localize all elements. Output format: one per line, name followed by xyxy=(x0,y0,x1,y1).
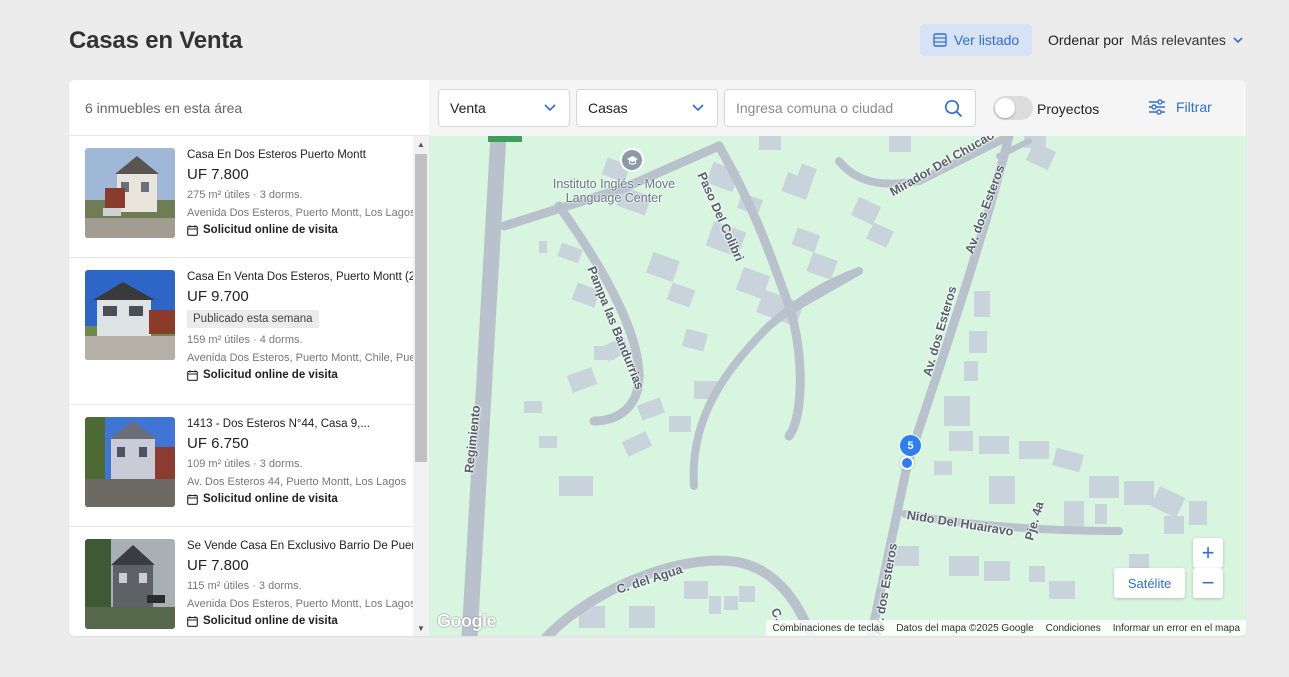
listing-price: UF 7.800 xyxy=(187,166,249,183)
projects-toggle[interactable] xyxy=(993,96,1033,120)
listing-price: UF 6.750 xyxy=(187,435,249,452)
chevron-down-icon xyxy=(692,104,704,112)
listing-address: Avenida Dos Esteros, Puerto Montt, Los L… xyxy=(187,207,413,219)
scroll-down-icon[interactable]: ▼ xyxy=(413,620,429,636)
sliders-icon xyxy=(1149,99,1165,115)
location-search xyxy=(724,89,976,127)
terms-link[interactable]: Condiciones xyxy=(1040,623,1107,634)
property-pin[interactable] xyxy=(900,456,914,470)
visit-label: Solicitud online de visita xyxy=(203,493,338,505)
listing-info: Se Vende Casa En Exclusivo Barrio De Pue… xyxy=(187,527,413,627)
poi-name-line2: Language Center xyxy=(565,191,663,205)
school-icon[interactable] xyxy=(620,148,644,172)
listing-price: UF 9.700 xyxy=(187,288,249,305)
published-badge: Publicado esta semana xyxy=(187,310,319,328)
satellite-button[interactable]: Satélite xyxy=(1114,568,1185,598)
location-search-input[interactable] xyxy=(725,90,925,126)
view-list-label: Ver listado xyxy=(953,32,1020,48)
calendar-icon xyxy=(187,493,198,505)
toggle-knob xyxy=(995,98,1015,118)
search-icon[interactable] xyxy=(944,99,963,118)
map-base xyxy=(461,136,1207,636)
results-count: 6 inmuebles en esta área xyxy=(69,80,429,136)
visit-request[interactable]: Solicitud online de visita xyxy=(187,493,413,505)
property-type-value: Casas xyxy=(588,100,628,116)
listing-meta: 115 m² útiles · 3 dorms. xyxy=(187,580,302,592)
operation-select[interactable]: Venta xyxy=(438,89,570,127)
visit-request[interactable]: Solicitud online de visita xyxy=(187,224,413,236)
listing-card[interactable]: Se Vende Casa En Exclusivo Barrio De Pue… xyxy=(69,527,413,636)
visit-label: Solicitud online de visita xyxy=(203,369,338,381)
chevron-down-icon xyxy=(544,104,556,112)
listing-list[interactable]: Casa En Dos Esteros Puerto Montt UF 7.80… xyxy=(69,136,413,636)
listing-address: Av. Dos Esteros 44, Puerto Montt, Los La… xyxy=(187,476,407,488)
visit-label: Solicitud online de visita xyxy=(203,224,338,236)
visit-label: Solicitud online de visita xyxy=(203,615,338,627)
listing-title[interactable]: Casa En Venta Dos Esteros, Puerto Montt … xyxy=(187,271,413,283)
listing-photo[interactable] xyxy=(85,539,175,629)
listing-scrollbar[interactable]: ▲ ▼ xyxy=(413,136,429,636)
map-data-text: Datos del mapa ©2025 Google xyxy=(896,622,1034,634)
property-type-select[interactable]: Casas xyxy=(576,89,718,127)
listing-meta: 275 m² útiles · 3 dorms. xyxy=(187,189,303,201)
listing-photo[interactable] xyxy=(85,148,175,238)
poi-name-line1: Instituto Inglés - Move xyxy=(552,177,676,191)
google-logo: Google xyxy=(437,611,497,631)
zoom-out-button[interactable]: − xyxy=(1193,568,1223,598)
listing-address: Avenida Dos Esteros, Puerto Montt, Los L… xyxy=(187,598,413,610)
report-error-link[interactable]: Informar un error en el mapa xyxy=(1107,623,1246,634)
listing-title[interactable]: Casa En Dos Esteros Puerto Montt xyxy=(187,149,413,161)
view-list-button[interactable]: Ver listado xyxy=(920,24,1032,56)
filter-button[interactable]: Filtrar xyxy=(1148,99,1212,115)
listing-meta: 159 m² útiles · 4 dorms. xyxy=(187,334,303,346)
map[interactable]: Instituto Inglés - Move Language Center … xyxy=(429,136,1246,636)
projects-label: Proyectos xyxy=(1037,101,1100,117)
operation-value: Venta xyxy=(450,100,486,116)
listing-title[interactable]: 1413 - Dos Esteros N°44, Casa 9,... xyxy=(187,418,413,430)
calendar-icon xyxy=(187,615,198,627)
sort-label: Ordenar por xyxy=(1048,32,1124,48)
listing-price: UF 7.800 xyxy=(187,557,249,574)
keyboard-shortcuts-link[interactable]: Combinaciones de teclas xyxy=(766,623,890,634)
filters-bar: Venta Casas Proyectos Filtrar xyxy=(429,80,1246,136)
list-icon xyxy=(933,33,947,47)
listing-info: Casa En Dos Esteros Puerto Montt UF 7.80… xyxy=(187,136,413,236)
scrollbar-thumb[interactable] xyxy=(415,154,427,462)
results-panel: 6 inmuebles en esta área Casa En Dos Est… xyxy=(69,80,1246,636)
listing-card[interactable]: 1413 - Dos Esteros N°44, Casa 9,... UF 6… xyxy=(69,405,413,527)
calendar-icon xyxy=(187,224,198,236)
listing-address: Avenida Dos Esteros, Puerto Montt, Chile… xyxy=(187,352,413,364)
listing-card[interactable]: Casa En Venta Dos Esteros, Puerto Montt … xyxy=(69,258,413,405)
listing-meta: 109 m² útiles · 3 dorms. xyxy=(187,458,303,470)
zoom-in-button[interactable]: + xyxy=(1193,538,1223,568)
chevron-down-icon xyxy=(1233,37,1243,44)
visit-request[interactable]: Solicitud online de visita xyxy=(187,615,413,627)
listing-card[interactable]: Casa En Dos Esteros Puerto Montt UF 7.80… xyxy=(69,136,413,258)
scroll-up-icon[interactable]: ▲ xyxy=(413,136,429,152)
filter-label: Filtrar xyxy=(1176,99,1212,115)
listing-info: 1413 - Dos Esteros N°44, Casa 9,... UF 6… xyxy=(187,405,413,505)
calendar-icon xyxy=(187,369,198,381)
poi-label[interactable]: Instituto Inglés - Move Language Center xyxy=(524,177,704,205)
sort-value: Más relevantes xyxy=(1131,32,1226,48)
listing-column: 6 inmuebles en esta área Casa En Dos Est… xyxy=(69,80,429,636)
listing-photo[interactable] xyxy=(85,417,175,507)
listing-photo[interactable] xyxy=(85,270,175,360)
listing-title[interactable]: Se Vende Casa En Exclusivo Barrio De Pue… xyxy=(187,540,413,552)
page-title: Casas en Venta xyxy=(69,27,243,54)
sort-dropdown[interactable]: Más relevantes xyxy=(1131,32,1244,48)
property-cluster-marker[interactable]: 5 xyxy=(899,434,922,457)
listing-info: Casa En Venta Dos Esteros, Puerto Montt … xyxy=(187,258,413,381)
visit-request[interactable]: Solicitud online de visita xyxy=(187,369,413,381)
map-attribution: Combinaciones de teclas Datos del mapa ©… xyxy=(766,620,1246,636)
